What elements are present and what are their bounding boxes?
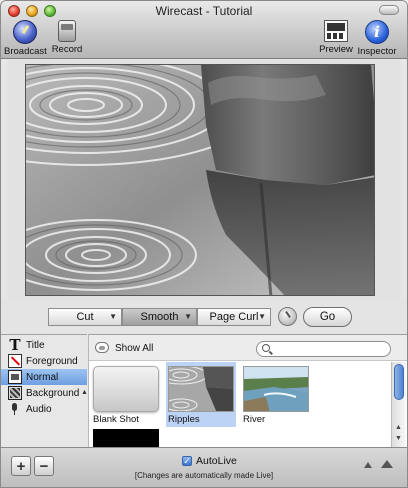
- transition-pagecurl-button[interactable]: Page Curl ▼: [197, 308, 271, 326]
- app-window: Wirecast - Tutorial Broadcast Record Pre…: [0, 0, 408, 488]
- inspector-button[interactable]: i Inspector: [355, 20, 399, 57]
- vertical-scrollbar[interactable]: ▲ ▼: [391, 362, 406, 447]
- broadcast-icon: [13, 20, 37, 44]
- preview-icon: [324, 20, 348, 42]
- show-all-label[interactable]: Show All: [115, 343, 153, 354]
- record-icon: [58, 20, 76, 42]
- shot-thumbnail: [93, 429, 159, 447]
- title-bar: Wirecast - Tutorial Broadcast Record Pre…: [1, 1, 407, 59]
- search-input[interactable]: [273, 343, 383, 355]
- ripples-video-frame: [26, 65, 374, 295]
- transition-pagecurl-label: Page Curl: [209, 311, 259, 323]
- toolbar-toggle-button[interactable]: [379, 5, 399, 15]
- preview-button[interactable]: Preview: [317, 20, 355, 55]
- ripples-thumbnail: [169, 367, 233, 411]
- transition-smooth-label: Smooth: [140, 311, 179, 323]
- shot-browser-header: Show All: [89, 335, 407, 361]
- chevron-down-icon: ▼: [184, 312, 192, 321]
- transition-smooth-button[interactable]: Smooth ▼: [122, 308, 197, 326]
- scrollbar-thumb[interactable]: [394, 364, 404, 400]
- layer-item-foreground[interactable]: Foreground: [1, 353, 87, 369]
- shot-thumbnail: [243, 366, 309, 412]
- background-icon: [8, 386, 22, 400]
- shot-thumbnail: [168, 366, 234, 412]
- search-icon: [262, 344, 270, 352]
- shot-label: Blank Shot: [93, 414, 139, 425]
- shot-label: River: [243, 414, 266, 425]
- shot-label: Ripples: [168, 414, 200, 425]
- foreground-icon: [8, 354, 22, 368]
- chevron-down-icon: ▼: [109, 312, 117, 321]
- layer-item-normal[interactable]: Normal: [1, 369, 87, 385]
- normal-icon: [8, 370, 22, 384]
- preview-label: Preview: [319, 44, 353, 55]
- zoom-large-icon[interactable]: [381, 460, 393, 468]
- layer-label: Foreground: [26, 355, 78, 367]
- transition-speed-knob[interactable]: [278, 307, 297, 326]
- live-video-preview[interactable]: [25, 64, 375, 296]
- audio-icon: [8, 402, 22, 416]
- chevron-down-icon: ▼: [258, 312, 266, 321]
- river-thumbnail: [244, 367, 308, 411]
- layer-label: Audio: [26, 403, 52, 415]
- autolive-note: [Changes are automatically made Live]: [134, 471, 274, 480]
- window-title: Wirecast - Tutorial: [155, 4, 253, 18]
- autolive-toggle[interactable]: ✓ AutoLive: [182, 455, 237, 467]
- broadcast-label: Broadcast: [4, 46, 47, 57]
- inspector-label: Inspector: [357, 46, 397, 57]
- layer-label: Normal: [26, 371, 59, 383]
- show-all-icon[interactable]: [95, 342, 109, 353]
- record-button[interactable]: Record: [50, 20, 84, 55]
- scroll-up-icon[interactable]: ▲: [395, 424, 402, 431]
- layers-list: T Title Foreground Normal Background ▲ A…: [1, 334, 88, 447]
- search-field[interactable]: [256, 341, 391, 357]
- shot-item-river[interactable]: River: [241, 366, 311, 425]
- transition-cut-label: Cut: [76, 311, 94, 323]
- zoom-small-icon[interactable]: [364, 462, 372, 468]
- layer-item-audio[interactable]: Audio: [1, 401, 87, 417]
- autolive-checkbox[interactable]: ✓: [182, 456, 192, 466]
- layer-label: Background: [26, 387, 80, 399]
- shot-item-black[interactable]: [91, 429, 161, 447]
- info-icon: i: [365, 20, 389, 44]
- broadcast-button[interactable]: Broadcast: [4, 20, 47, 57]
- record-label: Record: [51, 44, 83, 55]
- caret-up-icon: ▲: [81, 389, 88, 396]
- layer-item-background[interactable]: Background: [1, 385, 87, 401]
- layer-label: Title: [26, 339, 45, 351]
- shot-thumbnail: [93, 366, 159, 412]
- shot-browser: Show All Blank Shot Ripples River ▲ ▼: [88, 334, 407, 447]
- shot-item-blank-shot[interactable]: Blank Shot: [91, 366, 161, 425]
- layer-item-title[interactable]: T Title: [1, 337, 87, 353]
- shot-item-ripples[interactable]: Ripples: [166, 362, 236, 427]
- go-button[interactable]: Go: [303, 307, 352, 327]
- preview-panel: [7, 60, 401, 300]
- title-icon: T: [9, 336, 21, 354]
- autolive-label: AutoLive: [196, 455, 237, 467]
- bottom-bar: + − ✓ AutoLive [Changes are automaticall…: [1, 447, 407, 487]
- scroll-down-icon[interactable]: ▼: [395, 435, 402, 442]
- transition-bar: Cut ▼ Smooth ▼ Page Curl ▼ Go: [1, 300, 407, 334]
- transition-cut-button[interactable]: Cut ▼: [48, 308, 122, 326]
